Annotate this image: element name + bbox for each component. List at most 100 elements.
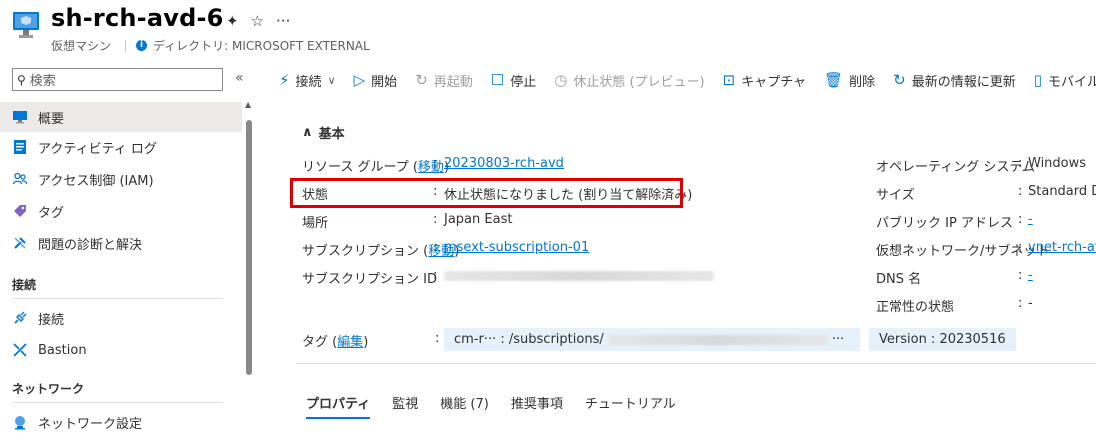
tab-capabilities[interactable]: 機能 (7) [440,393,489,419]
sidebar-item-activity-log[interactable]: アクティビティ ログ [0,132,242,162]
pin-icon[interactable]: ✦ [226,12,239,30]
connect-button[interactable]: ⚡ 接続 ∨ [270,64,345,96]
restart-label: 再起動 [433,74,473,90]
sidebar-item-diagnose[interactable]: 問題の診断と解決 [0,228,242,258]
public-ip-label: パブリック IP アドレス [876,216,1013,231]
group-divider [12,298,223,299]
capture-label: キャプチャ [741,74,807,90]
wrench-icon [12,235,28,251]
label-text: リソース グループ ( [302,160,418,175]
sidebar-item-label: タグ [38,205,65,221]
size-label: サイズ [876,188,915,203]
sidebar-item-overview[interactable]: 概要 [0,102,242,132]
location-label: 場所 [302,216,329,231]
hibernate-label: 休止状態 (プレビュー) [573,74,705,90]
capture-button[interactable]: ⊡ キャプチャ [714,64,815,96]
label-text: タグ ( [302,335,338,350]
start-button[interactable]: ▷ 開始 [345,64,407,96]
move-resource-group-link[interactable]: 移動 [418,160,444,175]
public-ip-link[interactable]: - [1028,212,1033,227]
clock-icon: ◷ [554,71,568,89]
subscription-link[interactable]: msext-subscription-01 [444,240,589,255]
chevron-down-icon: ∨ [327,73,336,87]
edit-tags-link[interactable]: 編集 [337,335,363,350]
sidebar: ⚲ 検索 « 概要 アクティビティ ログ アクセス制御 (IAM) タグ 問題の… [0,58,258,445]
collapse-sidebar-icon[interactable]: « [235,70,244,86]
tag-chip-version[interactable]: Version : 20230516 [869,328,1016,351]
bastion-icon [12,342,28,358]
search-input[interactable]: ⚲ 検索 [12,68,223,91]
header-actions: ✦ ☆ ··· [226,12,290,30]
sidebar-scrollbar[interactable]: ▲ [244,100,254,445]
health-value: - [1028,296,1033,311]
people-icon [12,171,28,187]
sidebar-item-tags[interactable]: タグ [0,196,242,226]
label-text: サブスクリプション ( [302,244,429,259]
stop-button[interactable]: ☐ 停止 [482,64,545,96]
stop-icon: ☐ [490,71,505,89]
plug-icon [12,310,28,326]
capture-icon: ⊡ [722,71,736,89]
vnet-link[interactable]: vnet-rch-av [1028,240,1096,255]
tab-recommendations[interactable]: 推奨事項 [511,393,563,419]
os-label: オペレーティング システム [876,160,1035,175]
essentials-toggle[interactable]: ∧ 基本 [302,123,345,142]
directory-label: ディレクトリ: MICROSOFT EXTERNAL [153,39,370,53]
size-value: Standard D [1028,184,1096,199]
search-icon: ⚲ [17,72,26,87]
colon: : [1018,156,1023,171]
start-label: 開始 [371,74,398,90]
tab-properties[interactable]: プロパティ [306,393,371,419]
colon: : [433,268,438,283]
location-value: Japan East [444,212,513,227]
dns-label: DNS 名 [876,272,922,287]
sidebar-item-label: ネットワーク設定 [38,416,143,432]
plug-icon: ⚡ [279,71,290,89]
sidebar-item-iam[interactable]: アクセス制御 (IAM) [0,164,242,194]
delete-button[interactable]: 🗑︎ 削除 [815,64,884,96]
monitor-icon [12,109,28,125]
dns-link[interactable]: - [1028,268,1033,283]
subtitle-separator [125,39,127,52]
colon: : [1018,240,1023,255]
scroll-up-arrow-icon[interactable]: ▲ [245,100,251,109]
tag-redacted [607,334,828,345]
group-divider [12,402,223,403]
sidebar-item-connect[interactable]: 接続 [0,303,242,333]
page-subtitle: 仮想マシン i ディレクトリ: MICROSOFT EXTERNAL [51,37,370,54]
hibernate-button[interactable]: ◷ 休止状態 (プレビュー) [545,64,713,96]
tag-chip[interactable]: cm-r··· : /subscriptions/ ··· [444,328,860,351]
page-header: sh-rch-avd-6 ✦ ☆ ··· 仮想マシン i ディレクトリ: MIC… [0,0,1096,58]
tab-monitoring[interactable]: 監視 [392,393,418,419]
search-placeholder: 検索 [29,74,56,89]
refresh-label: 最新の情報に更新 [911,74,1016,90]
restart-icon: ↻ [415,71,428,89]
sidebar-item-label: 接続 [38,312,65,328]
mobile-label: モバイル [1048,74,1096,90]
refresh-icon: ↻ [893,71,906,89]
group-connect-heading: 接続 [12,278,37,292]
more-options-icon[interactable]: ··· [276,12,290,30]
log-icon [12,139,28,155]
scrollbar-thumb[interactable] [246,120,252,375]
mobile-button[interactable]: ▯ モバイル [1025,64,1096,96]
os-value: Windows [1028,156,1087,171]
essentials-heading: 基本 [318,127,345,142]
tag-text: Version : 20230516 [879,332,1006,347]
resource-group-link[interactable]: 20230803-rch-avd [444,156,564,171]
delete-label: 削除 [849,74,876,90]
detail-tabs: プロパティ 監視 機能 (7) 推奨事項 チュートリアル [306,393,676,419]
tab-tutorials[interactable]: チュートリアル [585,393,676,419]
sidebar-item-label: 問題の診断と解決 [38,237,143,253]
refresh-button[interactable]: ↻ 最新の情報に更新 [884,64,1025,96]
sidebar-item-network-settings[interactable]: ネットワーク設定 [0,407,242,437]
section-divider [296,363,1096,364]
resource-type: 仮想マシン [51,39,112,53]
colon: : [1018,184,1023,199]
restart-button[interactable]: ↻ 再起動 [406,64,482,96]
sidebar-item-bastion[interactable]: Bastion [0,335,242,365]
health-label: 正常性の状態 [876,300,955,315]
subscription-id-redacted [444,268,714,283]
favorite-star-icon[interactable]: ☆ [251,12,264,30]
sidebar-item-label: 概要 [38,111,65,127]
